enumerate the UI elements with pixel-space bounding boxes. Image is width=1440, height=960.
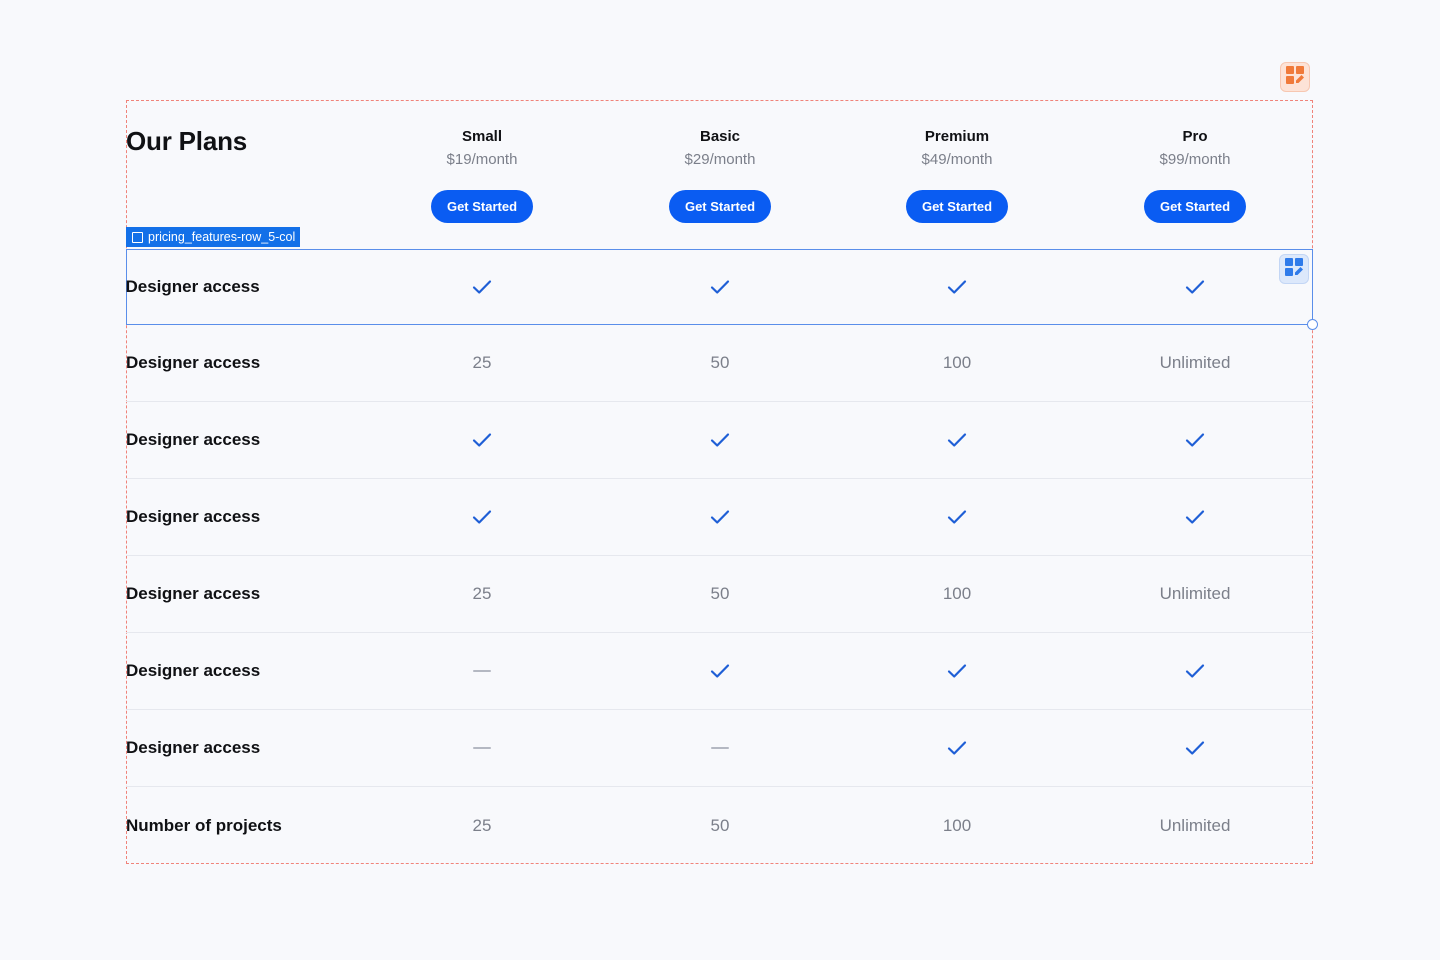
feature-label: Designer access	[126, 430, 261, 449]
component-icon	[132, 231, 143, 243]
dash-mark	[711, 747, 729, 749]
plan-price: $49/month	[921, 151, 993, 168]
feature-label: Designer access	[125, 277, 260, 296]
features-table: Designer access Designer access 25 50 100 Unl…	[125, 249, 1318, 864]
plan-column-small: Small $19/month Get Started	[382, 126, 582, 223]
table-row[interactable]: Designer access 25 50 100 Unlimited	[126, 325, 1313, 402]
plan-column-premium: Premium $49/month Get Started	[857, 126, 1057, 223]
plan-price: $99/month	[1159, 151, 1231, 168]
plan-column-basic: Basic $29/month Get Started	[620, 126, 820, 223]
checkmark-icon	[1095, 710, 1295, 786]
feature-label: Designer access	[126, 353, 261, 372]
plan-column-pro: Pro $99/month Get Started	[1095, 126, 1295, 223]
feature-label: Number of projects	[126, 815, 282, 835]
dash-icon	[382, 633, 582, 709]
plan-name: Small	[461, 128, 503, 145]
checkmark-icon	[857, 710, 1057, 786]
checkmark-icon	[1095, 250, 1295, 324]
cell-value: Unlimited	[1159, 353, 1231, 372]
cell-value: Unlimited	[1159, 815, 1231, 835]
get-started-button-pro[interactable]: Get Started	[1144, 190, 1246, 223]
checkmark-icon	[620, 402, 820, 478]
cell-value: 100	[942, 353, 972, 372]
feature-label: Designer access	[126, 738, 261, 757]
grid-edit-icon	[1285, 65, 1305, 90]
canvas: Our Plans Small $19/month Get Started Ba…	[0, 0, 1440, 960]
checkmark-icon	[620, 633, 820, 709]
get-started-button-premium[interactable]: Get Started	[906, 190, 1008, 223]
get-started-button-small[interactable]: Get Started	[431, 190, 533, 223]
feature-label: Designer access	[126, 584, 261, 603]
feature-label: Designer access	[126, 507, 261, 526]
cell-value: 25	[472, 353, 492, 372]
dash-icon	[382, 710, 582, 786]
dash-icon	[620, 710, 820, 786]
checkmark-icon	[857, 250, 1057, 324]
table-row[interactable]: Number of projects 25 50 100 Unlimited	[126, 787, 1313, 864]
checkmark-icon	[382, 402, 582, 478]
plan-name: Basic	[699, 128, 741, 145]
component-tag[interactable]: pricing_features-row_5-col	[126, 227, 301, 247]
checkmark-icon	[382, 479, 582, 555]
section-edit-button[interactable]	[1280, 62, 1310, 92]
table-row-selected[interactable]: Designer access	[125, 249, 1318, 330]
cell-value: 50	[710, 584, 730, 603]
table-row[interactable]: Designer access	[126, 633, 1313, 710]
table-row[interactable]: Designer access 25 50 100 Unlimited	[126, 556, 1313, 633]
component-tag-label: pricing_features-row_5-col	[148, 230, 296, 244]
dash-mark	[473, 670, 491, 672]
cell-value: 100	[942, 584, 972, 603]
checkmark-icon	[1095, 633, 1295, 709]
checkmark-icon	[620, 479, 820, 555]
checkmark-icon	[857, 633, 1057, 709]
plan-name: Pro	[1182, 128, 1208, 145]
cell-value: 25	[472, 815, 492, 835]
cell-value: 25	[472, 584, 492, 603]
page-title: Our Plans	[126, 126, 248, 156]
table-row[interactable]: Designer access	[126, 710, 1313, 787]
checkmark-icon	[857, 402, 1057, 478]
table-row[interactable]: Designer access	[126, 402, 1313, 479]
checkmark-icon	[620, 250, 820, 324]
cell-value: 100	[942, 815, 972, 835]
plan-price: $29/month	[684, 151, 756, 168]
table-row[interactable]: Designer access	[126, 479, 1313, 556]
checkmark-icon	[1095, 402, 1295, 478]
cell-value: 50	[710, 815, 730, 835]
cell-value: Unlimited	[1159, 584, 1231, 603]
checkmark-icon	[382, 250, 582, 324]
feature-label: Designer access	[126, 661, 261, 680]
get-started-button-basic[interactable]: Get Started	[669, 190, 771, 223]
plan-price: $19/month	[446, 151, 518, 168]
plan-name: Premium	[924, 128, 990, 145]
checkmark-icon	[857, 479, 1057, 555]
cell-value: 50	[710, 353, 730, 372]
dash-mark	[473, 747, 491, 749]
checkmark-icon	[1095, 479, 1295, 555]
